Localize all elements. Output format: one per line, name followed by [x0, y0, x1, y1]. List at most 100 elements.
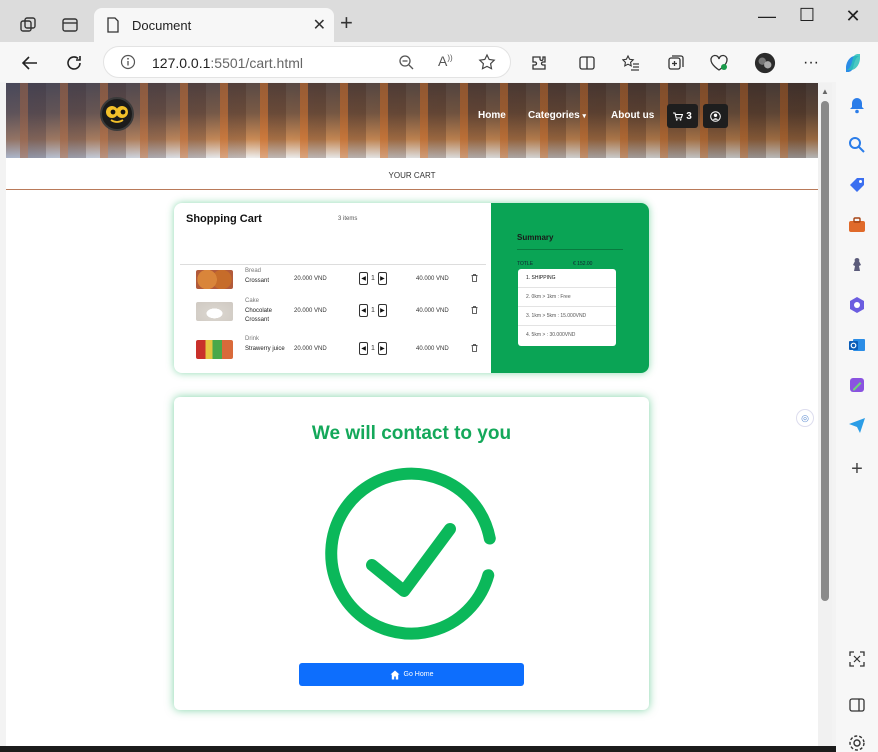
games-chess-icon[interactable] [846, 254, 868, 276]
new-tab-button[interactable]: + [340, 12, 353, 34]
product-name: Chocolate Crossant [245, 308, 273, 323]
cart-item-count: 3 items [338, 216, 358, 222]
success-check-icon [325, 467, 496, 640]
browser-essentials-icon[interactable] [708, 52, 730, 74]
quantity-value: 1 [371, 275, 375, 282]
maximize-button[interactable]: ☐ [792, 5, 822, 26]
trash-icon[interactable] [471, 344, 478, 354]
go-home-label: Go Home [403, 671, 434, 678]
increase-qty-button[interactable]: ▶ [377, 342, 387, 355]
account-button[interactable] [703, 104, 728, 128]
cart-title: Shopping Cart [186, 213, 262, 225]
office-icon[interactable] [846, 294, 868, 316]
cart-button[interactable]: 3 [667, 104, 698, 128]
summary-total-value: € 152.00 [573, 261, 593, 267]
page-scrollbar[interactable]: ▲ [818, 83, 832, 748]
trash-icon[interactable] [471, 306, 478, 316]
taskbar-strip [0, 746, 836, 752]
cart-row: Cake Chocolate Crossant 20.000 VND ◀ 1 ▶… [196, 296, 486, 330]
cart-row: Drink Strawerry juice 20.000 VND ◀ 1 ▶ 4… [196, 334, 486, 368]
outlook-icon[interactable] [846, 334, 868, 356]
go-home-button[interactable]: Go Home [299, 663, 524, 686]
read-aloud-icon[interactable]: A)) [438, 53, 453, 69]
designer-icon[interactable] [846, 374, 868, 396]
document-icon [107, 17, 119, 33]
browser-tab-bar: Document ✕ + — ☐ ✕ [0, 0, 878, 42]
increase-qty-button[interactable]: ▶ [377, 304, 387, 317]
shipping-option[interactable]: 2. 0km > 1km : Free [518, 288, 616, 307]
trash-icon[interactable] [471, 274, 478, 284]
decrease-qty-button[interactable]: ◀ [359, 304, 368, 317]
add-sidebar-app-icon[interactable]: + [846, 458, 868, 480]
quantity-stepper: ◀ 1 ▶ [359, 342, 387, 355]
nav-home-link[interactable]: Home [478, 110, 506, 121]
quantity-value: 1 [371, 307, 375, 314]
shopping-cart-card: Shopping Cart 3 items Bread Crossant 20.… [174, 203, 649, 373]
shipping-options-list[interactable]: 1. SHIPPING 2. 0km > 1km : Free 3. 1km >… [518, 269, 616, 346]
split-screen-icon[interactable] [576, 52, 598, 74]
site-info-icon[interactable] [120, 54, 136, 75]
site-logo[interactable] [100, 97, 134, 131]
settings-gear-icon[interactable] [846, 732, 868, 752]
sidebar-toggle-icon[interactable] [846, 694, 868, 716]
copilot-icon[interactable] [842, 52, 864, 74]
line-total: 40.000 VND [416, 276, 449, 282]
back-icon[interactable] [19, 52, 41, 74]
increase-qty-button[interactable]: ▶ [377, 272, 387, 285]
search-icon[interactable] [846, 134, 868, 156]
product-price: 20.000 VND [294, 276, 327, 282]
cart-icon [673, 111, 684, 121]
scroll-up-arrow-icon[interactable]: ▲ [821, 87, 829, 96]
tools-briefcase-icon[interactable] [846, 214, 868, 236]
edge-sidebar: + [836, 82, 878, 752]
line-total: 40.000 VND [416, 308, 449, 314]
close-tab-icon[interactable]: ✕ [313, 15, 326, 35]
page-heading: YOUR CART [388, 171, 436, 180]
cart-divider [180, 264, 486, 265]
scrollbar-thumb[interactable] [821, 101, 829, 601]
url-path: :5501/cart.html [210, 55, 303, 71]
url-host: 127.0.0.1 [152, 55, 211, 71]
nav-categories-dropdown[interactable]: Categories ▾ [528, 110, 586, 121]
cart-row: Bread Crossant 20.000 VND ◀ 1 ▶ 40.000 V… [196, 266, 486, 300]
product-category: Cake [245, 298, 260, 304]
minimize-button[interactable]: — [752, 6, 782, 27]
web-page: Home Categories ▾ About us 3 YOUR CART S… [6, 83, 818, 748]
summary-total-label: TOTLE [517, 261, 534, 267]
zoom-out-icon[interactable] [398, 54, 414, 75]
nav-categories-label: Categories [528, 110, 580, 121]
decrease-qty-button[interactable]: ◀ [359, 342, 368, 355]
vertical-tabs-icon[interactable] [58, 13, 82, 37]
favorites-list-icon[interactable] [620, 52, 642, 74]
shopping-tag-icon[interactable] [846, 174, 868, 196]
tab-document[interactable]: Document ✕ [94, 8, 334, 42]
quantity-value: 1 [371, 345, 375, 352]
header-banner: Home Categories ▾ About us 3 [6, 83, 818, 158]
screenshot-icon[interactable] [846, 648, 868, 670]
collections-icon[interactable] [665, 52, 687, 74]
product-price: 20.000 VND [294, 308, 327, 314]
close-window-button[interactable]: ✕ [838, 6, 868, 27]
shipping-option[interactable]: 1. SHIPPING [518, 269, 616, 288]
user-circle-icon [710, 110, 721, 122]
profile-avatar[interactable] [754, 52, 776, 74]
more-options-icon[interactable]: ··· [800, 52, 822, 74]
refresh-icon[interactable] [63, 52, 85, 74]
extensions-icon[interactable] [528, 52, 550, 74]
send-icon[interactable] [846, 414, 868, 436]
product-thumbnail [196, 302, 233, 321]
shipping-option[interactable]: 4. 5km > : 30.000VND [518, 326, 616, 345]
floating-assistant-icon[interactable]: ◎ [796, 409, 814, 427]
nav-about-link[interactable]: About us [611, 110, 654, 121]
url-bar[interactable]: 127.0.0.1:5501/cart.html A)) [103, 46, 511, 78]
heading-divider [6, 189, 818, 190]
tab-title: Document [132, 17, 192, 33]
favorite-star-icon[interactable] [478, 53, 496, 76]
product-price: 20.000 VND [294, 346, 327, 352]
decrease-qty-button[interactable]: ◀ [359, 272, 368, 285]
notifications-bell-icon[interactable] [846, 94, 868, 116]
shipping-option[interactable]: 3. 1km > 5km : 15.000VND [518, 307, 616, 326]
product-thumbnail [196, 340, 233, 359]
quantity-stepper: ◀ 1 ▶ [359, 304, 387, 317]
workspaces-icon[interactable] [16, 13, 40, 37]
